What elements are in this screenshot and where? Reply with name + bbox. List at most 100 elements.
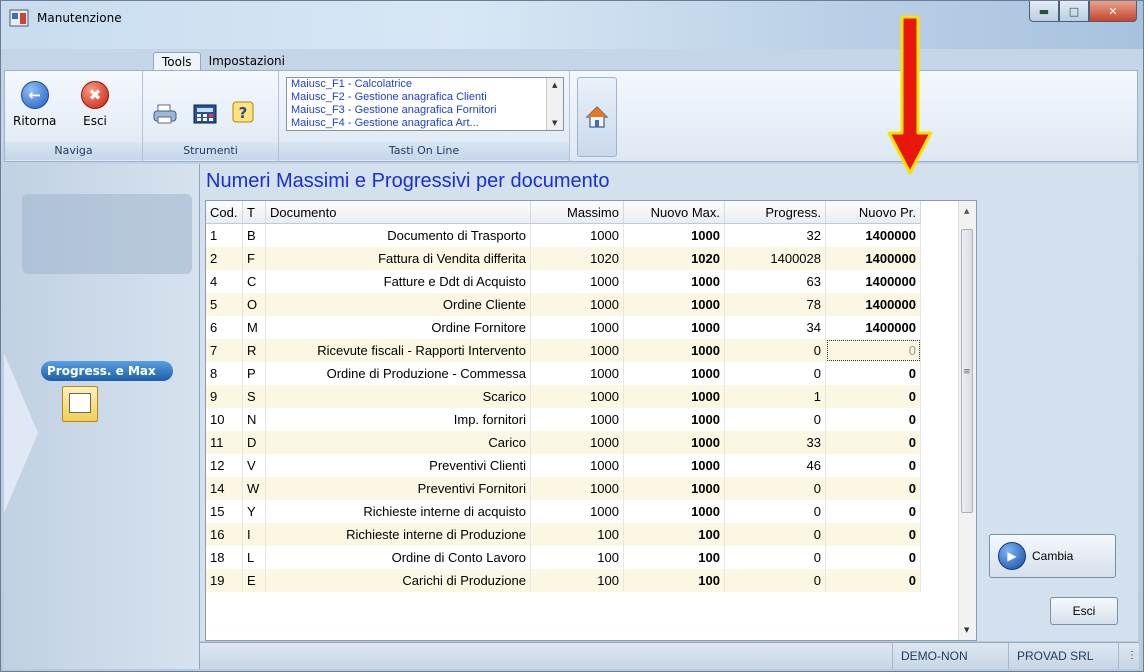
exit-button[interactable]: ✖ Esci — [81, 81, 109, 128]
table-row[interactable]: 16 I Richieste interne di Produzione 100 100… — [206, 523, 921, 546]
calculator-icon[interactable] — [193, 103, 217, 125]
cell-progress: 0 — [724, 362, 826, 385]
table-row[interactable]: 1 B Documento di Trasporto 1000 1000 32 140000… — [206, 223, 921, 247]
documents-grid[interactable]: Cod. T Documento Massimo Nuovo Max. Prog… — [205, 200, 977, 641]
cell-nuovo-pr[interactable]: 0 — [825, 385, 921, 408]
cell-progress: 0 — [724, 477, 826, 500]
cell-progress: 0 — [724, 546, 826, 569]
close-icon: ✕ — [1108, 4, 1118, 18]
cell-nuovo-max[interactable]: 1000 — [623, 293, 725, 316]
table-row[interactable]: 6 M Ordine Fornitore 1000 1000 34 1400000 — [206, 316, 921, 339]
tab-tools[interactable]: Tools — [153, 52, 201, 72]
cell-nuovo-pr[interactable]: 0 — [825, 546, 921, 569]
col-header-cod[interactable]: Cod. — [206, 201, 243, 224]
window-controls: ▬ □ ✕ — [1029, 1, 1137, 23]
cell-nuovo-max[interactable]: 1000 — [623, 431, 725, 454]
cell-type: D — [242, 431, 266, 454]
col-header-nuovo-max[interactable]: Nuovo Max. — [623, 201, 725, 224]
cell-nuovo-max[interactable]: 1000 — [623, 339, 725, 362]
cell-nuovo-pr[interactable]: 1400000 — [825, 247, 921, 270]
cell-nuovo-pr[interactable]: 1400000 — [825, 316, 921, 339]
table-row[interactable]: 7 R Ricevute fiscali - Rapporti Intervento… — [206, 339, 921, 362]
cell-nuovo-pr[interactable]: 0 — [825, 477, 921, 500]
online-keys-list[interactable]: Maiusc_F1 - Calcolatrice Maiusc_F2 - Ges… — [286, 77, 564, 131]
cell-nuovo-max[interactable]: 100 — [623, 523, 725, 546]
help-icon[interactable]: ? — [231, 101, 255, 123]
table-row[interactable]: 12 V Preventivi Clienti 1000 1000 46 0 — [206, 454, 921, 477]
cell-nuovo-pr[interactable]: 1400000 — [825, 293, 921, 316]
list-item[interactable]: Maiusc_F4 - Gestione anagrafica Art... — [287, 117, 563, 130]
table-row[interactable]: 19 E Carichi di Produzione 100 100 0 0 — [206, 569, 921, 592]
list-item[interactable]: Maiusc_F1 - Calcolatrice — [287, 78, 563, 91]
cell-cod: 5 — [206, 293, 243, 316]
col-header-type[interactable]: T — [242, 201, 266, 224]
minimize-button[interactable]: ▬ — [1029, 1, 1059, 22]
col-header-documento[interactable]: Documento — [265, 201, 531, 224]
cell-nuovo-max[interactable]: 100 — [623, 569, 725, 592]
col-header-nuovo-pr[interactable]: Nuovo Pr. — [825, 201, 921, 224]
col-header-massimo[interactable]: Massimo — [530, 201, 624, 224]
list-item[interactable]: Maiusc_F3 - Gestione anagrafica Fornitor… — [287, 104, 563, 117]
cell-nuovo-max[interactable]: 1020 — [623, 247, 725, 270]
cell-nuovo-max[interactable]: 1000 — [623, 408, 725, 431]
cell-nuovo-pr[interactable]: 0 — [825, 523, 921, 546]
cell-nuovo-max[interactable]: 1000 — [623, 362, 725, 385]
scroll-up-icon[interactable]: ▲ — [964, 207, 969, 215]
group-label-naviga: Naviga — [5, 142, 142, 160]
cell-progress: 32 — [724, 223, 826, 247]
cell-nuovo-max[interactable]: 1000 — [623, 477, 725, 500]
table-row[interactable]: 15 Y Richieste interne di acquisto 1000 1000… — [206, 500, 921, 523]
sidebar-item-progress-max[interactable]: Progress. e Max — [41, 361, 173, 381]
maximize-button[interactable]: □ — [1059, 1, 1089, 22]
home-button[interactable] — [577, 77, 617, 157]
cell-nuovo-pr[interactable]: 0 — [825, 569, 921, 592]
cell-nuovo-max[interactable]: 1000 — [623, 385, 725, 408]
document-stack-icon[interactable] — [62, 386, 98, 422]
table-row[interactable]: 10 N Imp. fornitori 1000 1000 0 0 — [206, 408, 921, 431]
cell-nuovo-max[interactable]: 1000 — [623, 270, 725, 293]
cambia-button[interactable]: ▶ Cambia — [989, 534, 1116, 578]
cell-nuovo-pr[interactable]: 1400000 — [825, 270, 921, 293]
grid-scrollbar[interactable]: ▲ ≡ ▼ — [958, 201, 976, 640]
cell-cod: 11 — [206, 431, 243, 454]
cell-nuovo-pr[interactable]: 1400000 — [825, 223, 921, 247]
table-row[interactable]: 8 P Ordine di Produzione - Commessa 1000 100… — [206, 362, 921, 385]
scroll-down-icon[interactable]: ▼ — [964, 626, 969, 634]
col-header-progress[interactable]: Progress. — [724, 201, 826, 224]
cell-cod: 16 — [206, 523, 243, 546]
tab-impostazioni[interactable]: Impostazioni — [201, 52, 293, 72]
table-row[interactable]: 4 C Fatture e Ddt di Acquisto 1000 1000 63 140… — [206, 270, 921, 293]
group-naviga: ← Ritorna ✖ Esci Naviga — [5, 71, 143, 161]
cell-nuovo-max[interactable]: 1000 — [623, 454, 725, 477]
back-button[interactable]: ← Ritorna — [13, 81, 56, 128]
resize-grip-icon[interactable]: ⋮ — [1118, 643, 1138, 669]
cell-nuovo-max[interactable]: 1000 — [623, 223, 725, 247]
cell-nuovo-pr[interactable]: 0 — [825, 454, 921, 477]
title-bar: Manutenzione ▬ □ ✕ — [1, 1, 1143, 49]
cell-documento: Imp. fornitori — [265, 408, 531, 431]
exit-x-icon: ✖ — [81, 81, 109, 109]
app-icon — [9, 9, 29, 27]
close-button[interactable]: ✕ — [1089, 1, 1137, 22]
scroll-down-icon[interactable]: ▼ — [552, 119, 557, 127]
red-down-arrow-icon — [887, 15, 933, 175]
table-row[interactable]: 14 W Preventivi Fornitori 1000 1000 0 0 — [206, 477, 921, 500]
printer-icon[interactable] — [153, 103, 177, 125]
cell-nuovo-pr[interactable]: 0 — [825, 500, 921, 523]
cell-nuovo-max[interactable]: 1000 — [623, 316, 725, 339]
list-scrollbar[interactable]: ▲ ▼ — [546, 78, 563, 130]
table-row[interactable]: 2 F Fattura di Vendita differita 1020 1020 14… — [206, 247, 921, 270]
cell-nuovo-pr[interactable]: 0 — [825, 408, 921, 431]
cell-nuovo-pr[interactable]: 0 — [825, 339, 921, 362]
cell-nuovo-pr[interactable]: 0 — [825, 362, 921, 385]
cell-nuovo-max[interactable]: 1000 — [623, 500, 725, 523]
esci-button[interactable]: Esci — [1050, 597, 1118, 625]
cell-nuovo-pr[interactable]: 0 — [825, 431, 921, 454]
list-item[interactable]: Maiusc_F2 - Gestione anagrafica Clienti — [287, 91, 563, 104]
table-row[interactable]: 11 D Carico 1000 1000 33 0 — [206, 431, 921, 454]
table-row[interactable]: 18 L Ordine di Conto Lavoro 100 100 0 0 — [206, 546, 921, 569]
scroll-up-icon[interactable]: ▲ — [552, 81, 557, 89]
table-row[interactable]: 5 O Ordine Cliente 1000 1000 78 1400000 — [206, 293, 921, 316]
cell-nuovo-max[interactable]: 100 — [623, 546, 725, 569]
table-row[interactable]: 9 S Scarico 1000 1000 1 0 — [206, 385, 921, 408]
